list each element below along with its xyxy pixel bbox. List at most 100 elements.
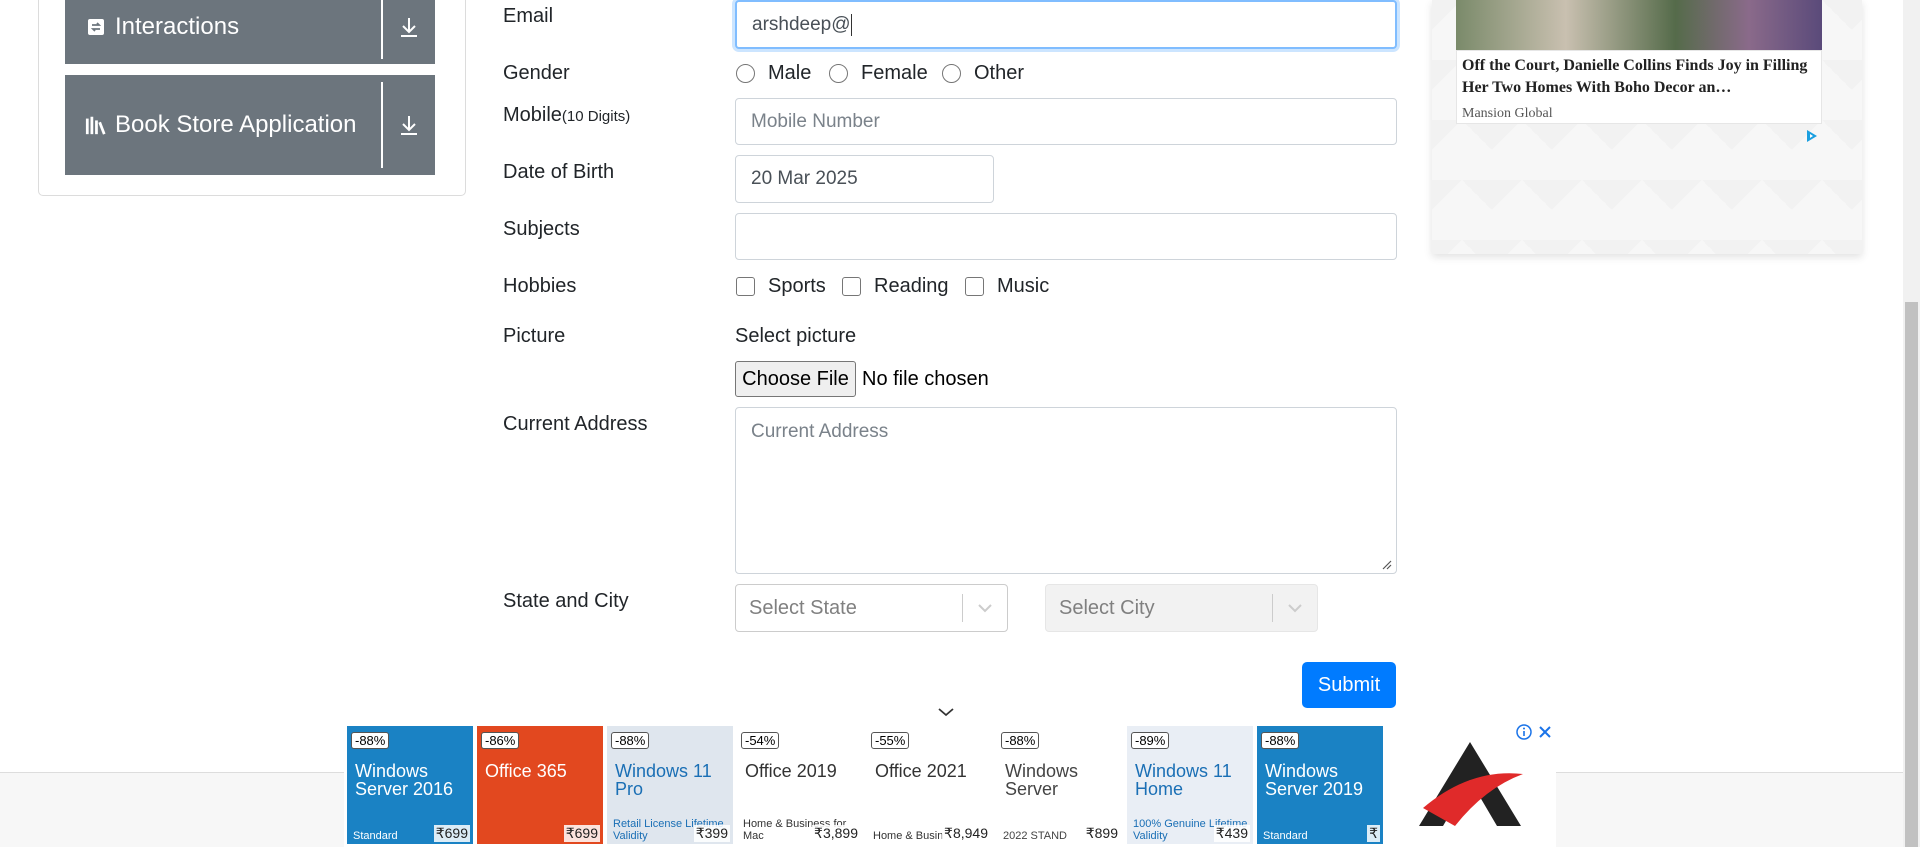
ad-price: ₹439 [1213, 825, 1250, 842]
file-status: No file chosen [862, 368, 989, 390]
ad-price: ₹899 [1083, 825, 1120, 842]
adchoices-icon[interactable] [1804, 128, 1820, 144]
advertiser-logo[interactable] [1415, 738, 1525, 830]
ad-tile[interactable]: -89% Windows 11 Home 100% Genuine Lifetime… [1127, 726, 1253, 844]
ad-discount-badge: -88% [611, 732, 650, 749]
picture-label: Picture [503, 325, 566, 347]
current-address-textarea[interactable]: Current Address [735, 407, 1397, 574]
text-cursor [850, 13, 852, 36]
address-placeholder: Current Address [751, 421, 889, 442]
email-label: Email [503, 5, 554, 27]
ad-tile[interactable]: -54% Office 2019 Home & Business for Mac ₹3… [737, 726, 863, 844]
hobby-checkbox-music[interactable]: Music [965, 275, 1049, 298]
download-icon[interactable] [383, 75, 435, 175]
ad-product-note: 2022 STAND [1003, 830, 1067, 842]
ad-product-name: Office 2019 [745, 761, 837, 781]
email-field[interactable]: arshdeep@ [735, 0, 1397, 49]
radio-button[interactable] [942, 64, 961, 83]
practice-form-page: Interactions Book Store Application Emai… [0, 0, 1920, 847]
ad-price: ₹699 [563, 825, 600, 842]
chevron-down-icon[interactable] [936, 705, 956, 719]
checkbox-label: Music [997, 275, 1050, 297]
mobile-hint: (10 Digits) [561, 108, 631, 125]
choose-file-button[interactable]: Choose File [735, 361, 856, 397]
ad-discount-badge: -88% [1001, 732, 1040, 749]
state-placeholder: Select State [749, 596, 857, 619]
mobile-label-text: Mobile [503, 104, 562, 126]
ad-discount-badge: -55% [871, 732, 910, 749]
state-select[interactable]: Select State [735, 584, 1008, 632]
checkbox[interactable] [965, 277, 984, 296]
sidebar-item-interactions[interactable]: Interactions [65, 0, 435, 64]
ad-price: ₹399 [693, 825, 730, 842]
ad-headline[interactable]: Off the Court, Danielle Collins Finds Jo… [1462, 55, 1818, 99]
ad-tile[interactable]: -88% Windows Server 2016 Standard ₹699 [347, 726, 473, 844]
dob-label: Date of Birth [503, 161, 615, 183]
ad-tile[interactable]: -55% Office 2021 Home & Busin ₹8,949 [867, 726, 993, 844]
ad-discount-badge: -86% [481, 732, 520, 749]
ad-product-note: Standard [353, 830, 398, 842]
chevron-down-icon[interactable] [1273, 603, 1317, 613]
gender-radio-other[interactable]: Other [942, 62, 1024, 85]
ad-product-name: Windows 11 Pro [615, 761, 712, 799]
ad-price: ₹8,949 [942, 825, 990, 842]
dob-value: 20 Mar 2025 [751, 168, 858, 189]
checkbox[interactable] [842, 277, 861, 296]
checkbox-label: Sports [768, 275, 826, 297]
ad-tile[interactable]: -86% Office 365 ₹699 [477, 726, 603, 844]
subjects-label: Subjects [503, 218, 580, 240]
ad-product-note: Home & Busin [873, 830, 944, 842]
ad-source: Mansion Global [1462, 106, 1553, 121]
ad-tile[interactable]: -88% Windows Server 2019 Standard ₹ [1257, 726, 1383, 844]
resize-handle-icon[interactable] [1382, 560, 1392, 570]
ad-tile[interactable]: -88% Windows Server 2022 STAND ₹899 [997, 726, 1123, 844]
radio-button[interactable] [829, 64, 848, 83]
radio-label: Other [974, 62, 1025, 84]
ad-discount-badge: -54% [741, 732, 780, 749]
mobile-label: Mobile(10 Digits) [503, 104, 630, 127]
sidebar-item-label: Interactions [115, 13, 240, 40]
checkbox[interactable] [736, 277, 755, 296]
select-picture-label: Select picture [735, 325, 857, 347]
scrollbar-thumb[interactable] [1905, 302, 1918, 847]
ad-price: ₹ [1367, 825, 1380, 842]
interactions-icon [85, 16, 107, 38]
radio-button[interactable] [736, 64, 755, 83]
ad-product-name: Office 365 [485, 761, 567, 781]
ad-product-note: Standard [1263, 830, 1308, 842]
radio-label: Male [768, 62, 812, 84]
ad-product-name: Windows Server [1005, 761, 1079, 799]
ad-product-name: Windows Server 2016 [355, 761, 454, 799]
city-select[interactable]: Select City [1045, 584, 1318, 632]
ad-image[interactable] [1456, 0, 1822, 50]
checkbox-label: Reading [874, 275, 949, 297]
ad-product-name: Windows 11 Home [1135, 761, 1232, 799]
ad-product-name: Office 2021 [875, 761, 967, 781]
chevron-down-icon[interactable] [963, 603, 1007, 613]
submit-button[interactable]: Submit [1302, 662, 1396, 708]
ad-discount-badge: -88% [1261, 732, 1300, 749]
hobby-checkbox-reading[interactable]: Reading [842, 275, 949, 298]
radio-label: Female [861, 62, 928, 84]
gender-radio-female[interactable]: Female [829, 62, 928, 85]
hobby-checkbox-sports[interactable]: Sports [736, 275, 826, 298]
ad-tile[interactable]: -88% Windows 11 Pro Retail License Lifetim… [607, 726, 733, 844]
download-icon[interactable] [383, 0, 435, 64]
gender-radio-male[interactable]: Male [736, 62, 811, 85]
sidebar-item-book-store[interactable]: Book Store Application [65, 75, 435, 175]
mobile-placeholder: Mobile Number [751, 110, 880, 132]
subjects-input[interactable] [735, 213, 1397, 260]
books-icon [85, 114, 107, 136]
ad-discount-badge: -88% [351, 732, 390, 749]
close-icon[interactable] [1538, 725, 1552, 739]
dob-input[interactable]: 20 Mar 2025 [735, 155, 994, 203]
email-value: arshdeep@ [752, 13, 851, 35]
ad-price: ₹3,899 [812, 825, 860, 842]
city-placeholder: Select City [1059, 596, 1155, 619]
gender-label: Gender [503, 62, 570, 84]
ad-price: ₹699 [433, 825, 470, 842]
mobile-field[interactable]: Mobile Number [735, 98, 1397, 145]
hobbies-label: Hobbies [503, 275, 577, 297]
ad-product-name: Windows Server 2019 [1265, 761, 1364, 799]
ad-discount-badge: -89% [1131, 732, 1170, 749]
